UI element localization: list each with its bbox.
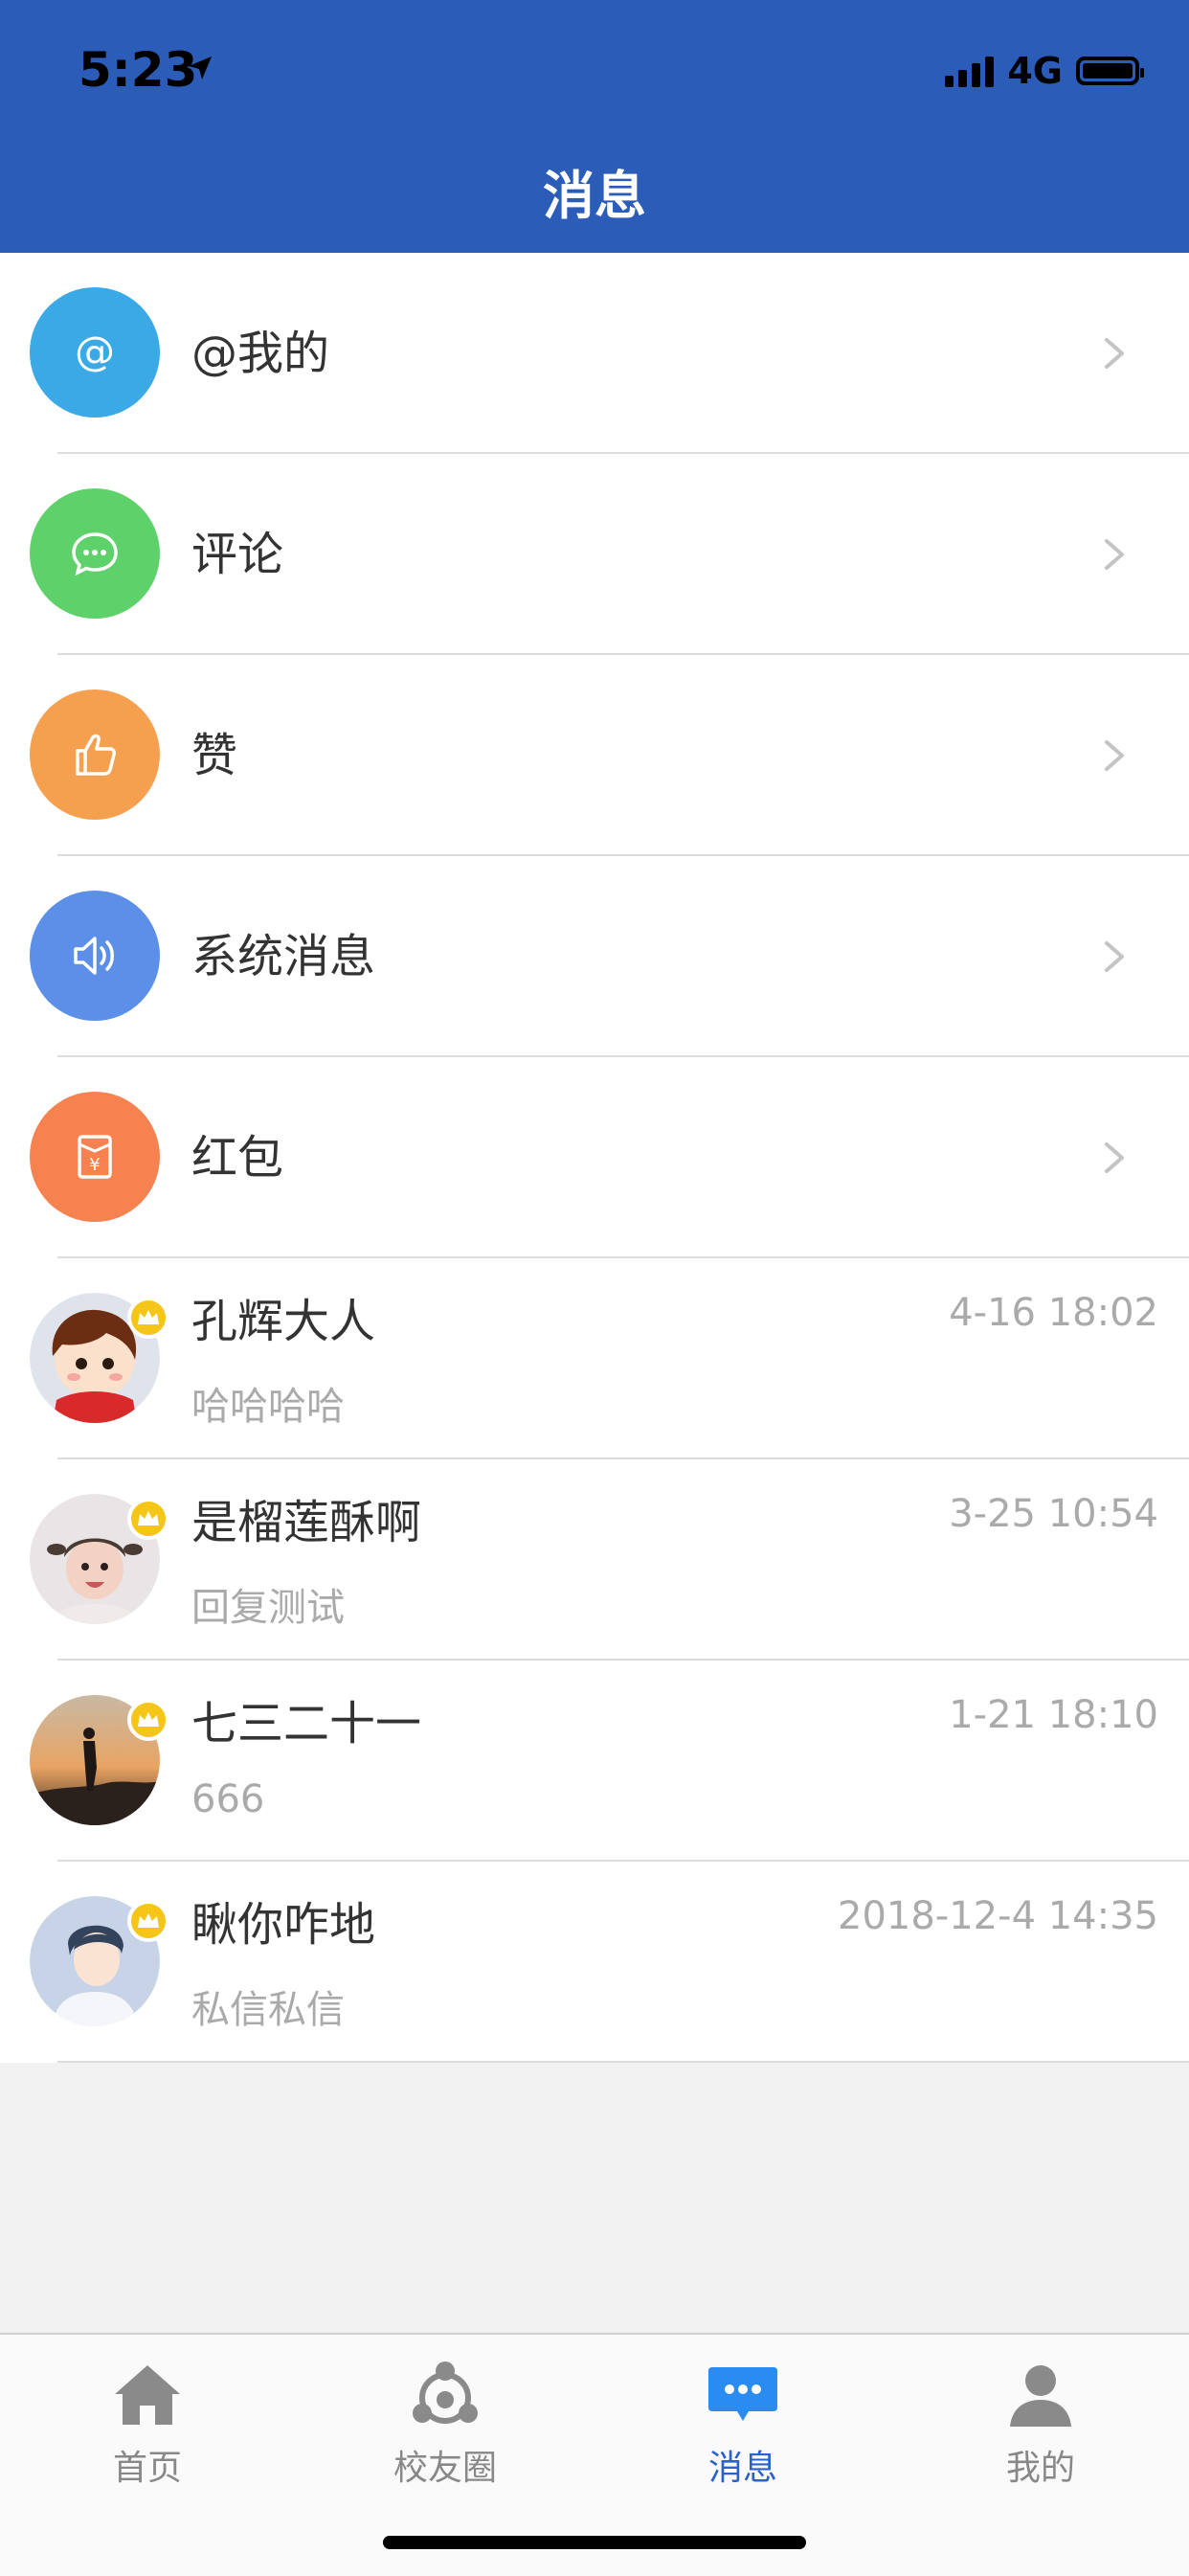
message-preview: 私信私信 [191,1988,345,2032]
avatar [30,1896,169,2026]
message-icon [708,2367,777,2421]
red-envelope-icon: ¥ [30,1092,160,1222]
speaker-icon [30,891,160,1021]
contact-name: 七三二十一 [191,1697,422,1751]
avatar [30,1494,169,1624]
tab-label: 校友圈 [393,2449,497,2488]
menu-item-label: @我的 [191,327,330,380]
contact-name: 是榴莲酥啊 [191,1496,422,1549]
menu-item-label: 系统消息 [191,930,376,983]
network-type: 4G [1007,50,1063,92]
crown-badge-icon [127,1297,169,1339]
home-icon [115,2365,180,2425]
profile-icon [1010,2365,1071,2427]
menu-item-comments[interactable]: 评论 [0,454,1189,655]
home-indicator [383,2536,806,2549]
message-time: 4-16 18:02 [949,1291,1158,1335]
message-time: 1-21 18:10 [949,1693,1158,1737]
message-time: 2018-12-4 14:35 [838,1894,1158,1938]
tab-alumni-circle[interactable]: 校友圈 [349,2358,541,2490]
location-arrow-icon [189,56,212,79]
conversation-item[interactable]: 瞅你咋地 私信私信 2018-12-4 14:35 [0,1862,1189,2063]
chevron-right-icon [1105,1142,1124,1173]
svg-text:@: @ [75,328,115,374]
signal-icon [945,55,995,87]
tab-label: 消息 [707,2449,777,2488]
at-icon: @ [30,287,160,418]
menu-item-system-messages[interactable]: 系统消息 [0,856,1189,1057]
menu-item-red-envelope[interactable]: ¥ 红包 [0,1057,1189,1258]
conversation-item[interactable]: 孔辉大人 哈哈哈哈 4-16 18:02 [0,1258,1189,1459]
chevron-right-icon [1105,338,1124,369]
message-preview: 666 [191,1777,265,1821]
contact-name: 孔辉大人 [191,1295,376,1348]
svg-text:¥: ¥ [89,1155,100,1175]
menu-item-label: 红包 [191,1131,284,1185]
comment-icon [30,488,160,619]
conversation-item[interactable]: 七三二十一 666 1-21 18:10 [0,1661,1189,1862]
avatar [30,1293,169,1423]
status-indicators: 4G [945,50,1144,92]
message-time: 3-25 10:54 [949,1492,1158,1536]
tab-home[interactable]: 首页 [52,2358,243,2490]
header: 5:23 4G 消息 [0,0,1189,253]
thumbs-up-icon [30,689,160,820]
tab-messages[interactable]: 消息 [647,2358,839,2490]
crown-badge-icon [127,1699,169,1741]
chevron-right-icon [1105,740,1124,771]
tab-profile[interactable]: 我的 [945,2358,1136,2490]
message-preview: 哈哈哈哈 [191,1385,345,1429]
battery-icon [1076,56,1144,85]
menu-item-label: 评论 [191,528,284,581]
status-time: 5:23 [79,42,198,98]
alumni-circle-icon [413,2361,478,2424]
chevron-right-icon [1105,539,1124,570]
crown-badge-icon [127,1900,169,1942]
chevron-right-icon [1105,941,1124,972]
menu-item-likes[interactable]: 赞 [0,655,1189,856]
conversation-item[interactable]: 是榴莲酥啊 回复测试 3-25 10:54 [0,1459,1189,1661]
contact-name: 瞅你咋地 [191,1898,376,1952]
avatar [30,1695,169,1825]
menu-item-label: 赞 [191,729,238,782]
tab-label: 我的 [1005,2449,1075,2488]
message-preview: 回复测试 [191,1586,345,1630]
message-list: @ @我的 评论 赞 系统消息 ¥ 红包 孔辉大人 哈哈哈哈 4-16 18:0… [0,253,1189,2063]
page-title: 消息 [543,166,646,226]
menu-item-mentions[interactable]: @ @我的 [0,253,1189,454]
crown-badge-icon [127,1498,169,1540]
tab-label: 首页 [112,2449,182,2488]
